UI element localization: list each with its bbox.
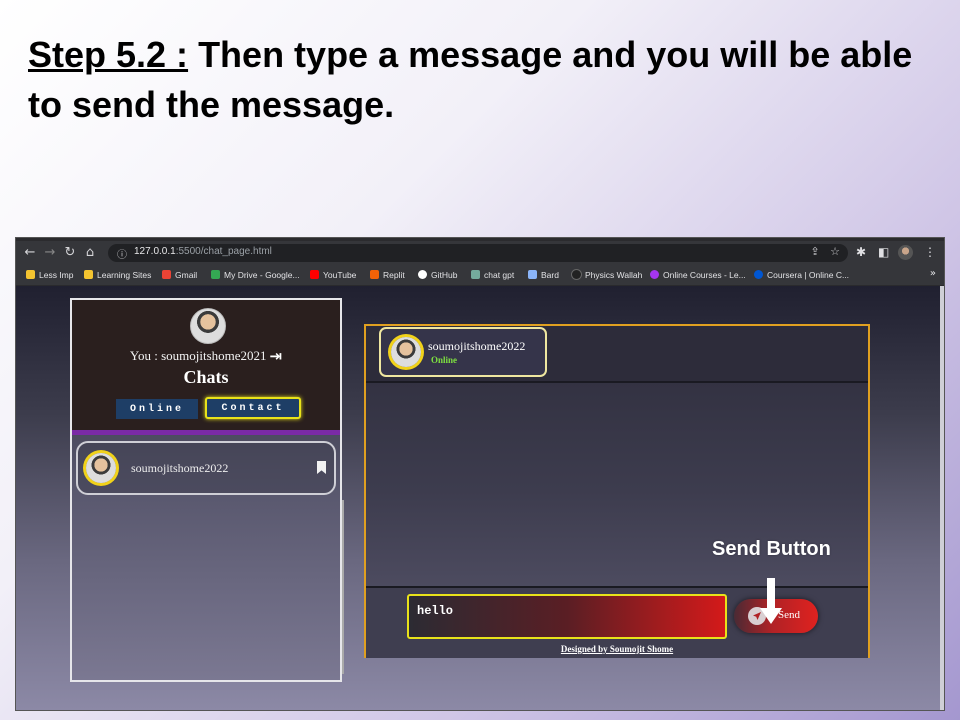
chatgpt-icon xyxy=(471,270,480,279)
drive-icon xyxy=(211,270,220,279)
bookmark-chat-gpt[interactable]: chat gpt xyxy=(471,268,514,282)
back-icon[interactable]: ← xyxy=(22,245,38,261)
chats-title: Chats xyxy=(183,367,229,387)
udemy-icon xyxy=(650,270,659,279)
user-header: You : soumojitshome2021 ⇥ Chats Online Co… xyxy=(72,300,340,435)
coursera-icon xyxy=(754,270,763,279)
active-contact-avatar xyxy=(391,337,421,367)
page-viewport: You : soumojitshome2021 ⇥ Chats Online Co… xyxy=(16,286,940,710)
more-bookmarks-icon[interactable]: » xyxy=(930,268,936,279)
bookmark-my-drive[interactable]: My Drive - Google... xyxy=(211,268,300,282)
footer-credit[interactable]: Designed by Soumojit Shome xyxy=(366,644,868,654)
bookmark-online-courses[interactable]: Online Courses - Le... xyxy=(650,268,746,282)
reload-icon[interactable]: ↻ xyxy=(62,245,78,261)
browser-window: ← → ↻ ⌂ ⓘ 127.0.0.1:5500/chat_page.html … xyxy=(16,238,944,710)
home-icon[interactable]: ⌂ xyxy=(82,245,98,261)
folder-icon xyxy=(26,270,35,279)
side-panel-icon[interactable]: ◧ xyxy=(878,245,889,259)
folder-icon xyxy=(84,270,93,279)
online-button[interactable]: Online xyxy=(116,399,198,419)
bookmark-youtube[interactable]: YouTube xyxy=(310,268,356,282)
active-contact-name: soumojitshome2022 xyxy=(428,339,526,353)
send-button-annotation: Send Button xyxy=(712,538,831,560)
bookmarks-bar: Less Imp Learning Sites Gmail My Drive -… xyxy=(16,265,944,286)
bookmark-physics-wallah[interactable]: Physics Wallah xyxy=(572,268,642,282)
extensions-icon[interactable]: ✱ xyxy=(856,245,866,259)
logout-icon[interactable]: ⇥ xyxy=(270,347,283,365)
page-scrollbar[interactable] xyxy=(940,286,944,710)
chat-list-scrollbar[interactable] xyxy=(342,500,344,674)
down-arrow-icon xyxy=(760,578,782,624)
gmail-icon xyxy=(162,270,171,279)
bookmark-icon[interactable] xyxy=(317,461,326,474)
contact-list-item[interactable]: soumojitshome2022 xyxy=(76,441,336,495)
bookmark-github[interactable]: GitHub xyxy=(418,268,457,282)
bookmark-replit[interactable]: Replit xyxy=(370,268,405,282)
star-icon[interactable]: ☆ xyxy=(830,245,840,258)
forward-icon[interactable]: → xyxy=(42,245,58,261)
contact-name: soumojitshome2022 xyxy=(131,461,229,475)
bookmark-gmail[interactable]: Gmail xyxy=(162,268,197,282)
conversation-header: soumojitshome2022 Online xyxy=(366,326,868,383)
contact-avatar xyxy=(86,453,116,483)
slide-title: Step 5.2 : Then type a message and you w… xyxy=(28,30,938,130)
bard-icon xyxy=(528,270,537,279)
github-icon xyxy=(418,270,427,279)
message-composer: hello Send Designed by Soumojit Shome xyxy=(366,586,868,658)
profile-avatar[interactable] xyxy=(898,245,913,260)
chat-list-panel: You : soumojitshome2021 ⇥ Chats Online Co… xyxy=(70,298,344,682)
bookmark-coursera[interactable]: Coursera | Online C... xyxy=(754,268,849,282)
conversation-panel: soumojitshome2022 Online hello Send Desi… xyxy=(364,324,870,658)
bookmark-bard[interactable]: Bard xyxy=(528,268,559,282)
physicswallah-icon xyxy=(572,270,581,279)
menu-icon[interactable]: ⋮ xyxy=(924,245,936,259)
contact-button[interactable]: Contact xyxy=(205,397,301,419)
bookmark-learning-sites[interactable]: Learning Sites xyxy=(84,268,151,282)
address-host: 127.0.0.1 xyxy=(134,246,176,257)
step-label: Step 5.2 : xyxy=(28,34,189,75)
current-user-label: You : soumojitshome2021 xyxy=(129,348,267,363)
browser-toolbar: ← → ↻ ⌂ ⓘ 127.0.0.1:5500/chat_page.html … xyxy=(16,241,944,265)
replit-icon xyxy=(370,270,379,279)
bookmark-less-imp[interactable]: Less Imp xyxy=(26,268,74,282)
my-avatar xyxy=(190,308,226,344)
address-url: 127.0.0.1:5500/chat_page.html xyxy=(134,246,272,257)
youtube-icon xyxy=(310,270,319,279)
address-path: :5500/chat_page.html xyxy=(175,246,272,257)
message-input[interactable]: hello xyxy=(407,594,727,639)
current-user: You : soumojitshome2021 ⇥ xyxy=(72,347,340,365)
site-info-icon[interactable]: ⓘ xyxy=(117,246,127,261)
address-actions: ⇪ ☆ xyxy=(810,245,840,258)
address-bar[interactable]: ⓘ 127.0.0.1:5500/chat_page.html ⇪ ☆ xyxy=(108,244,848,262)
active-contact-card[interactable]: soumojitshome2022 Online xyxy=(379,327,547,377)
online-status: Online xyxy=(431,355,458,365)
share-icon[interactable]: ⇪ xyxy=(810,245,819,258)
